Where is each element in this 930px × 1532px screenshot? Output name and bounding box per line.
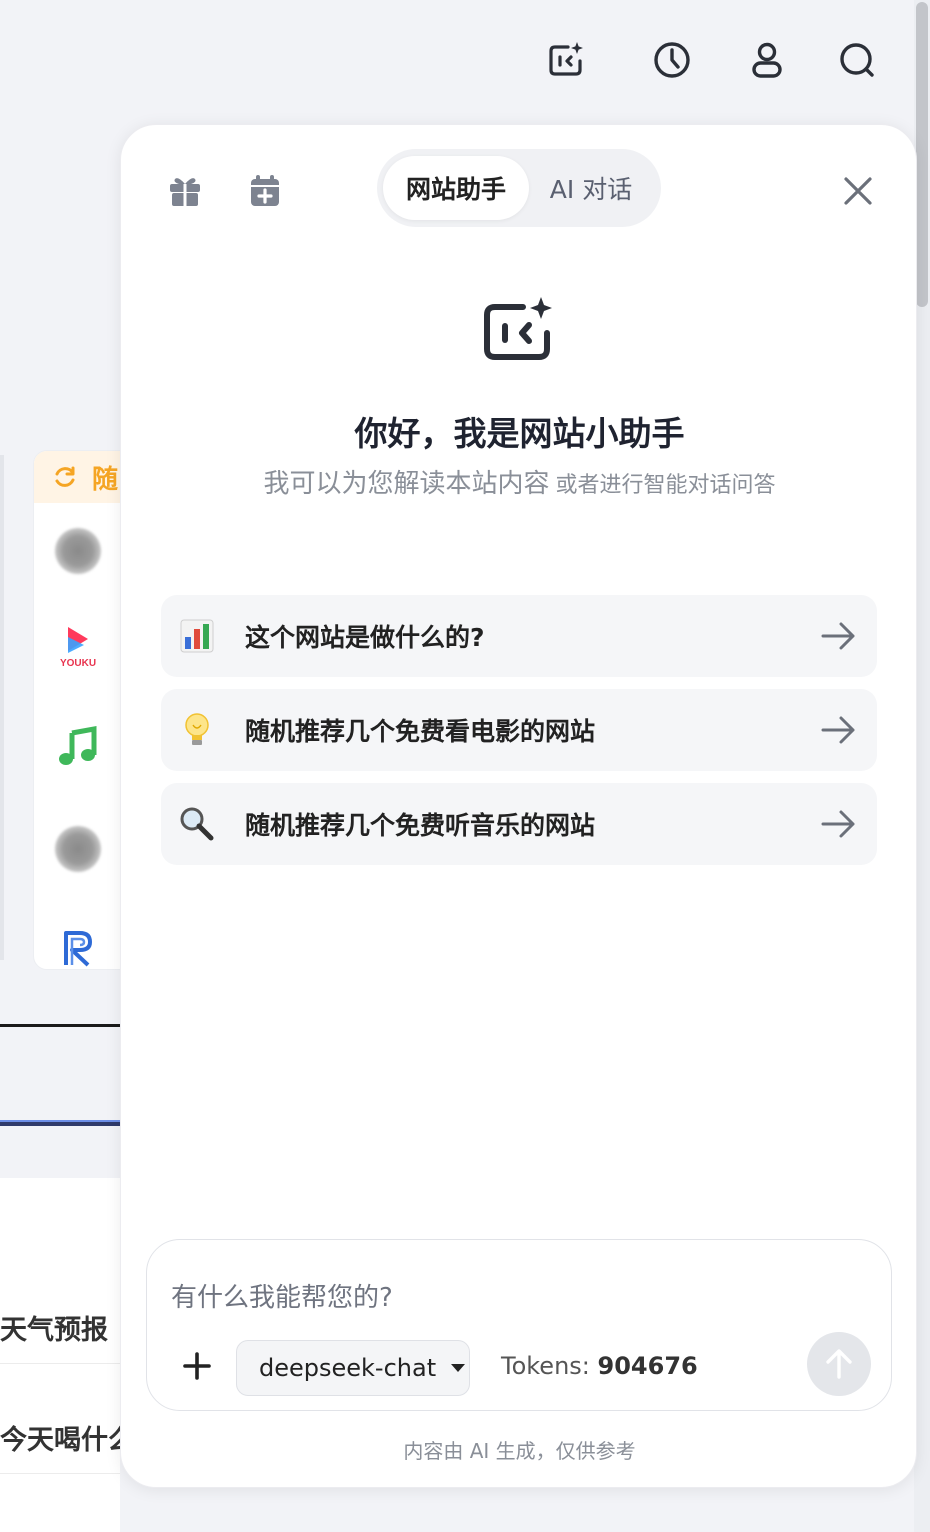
site-avatar[interactable]	[54, 825, 102, 873]
subtitle-extra: 或者进行智能对话问答	[555, 473, 776, 498]
list-item[interactable]: 今天喝什么	[0, 1402, 120, 1474]
attach-button[interactable]	[175, 1344, 219, 1388]
assistant-panel: 网站助手 AI 对话 你好，我是网站小助手 我可以为您解读本站内容 或者进行智能对…	[120, 124, 917, 1488]
user-button[interactable]	[745, 38, 789, 82]
random-recommend-title: 随	[92, 464, 119, 495]
tab-ai-chat[interactable]: AI 对话	[529, 156, 653, 220]
list-item-label: 今天喝什么	[0, 1425, 120, 1456]
magnifier-icon	[179, 806, 215, 842]
divider	[0, 1024, 120, 1027]
list-item[interactable]: 天气预报	[0, 1292, 120, 1364]
subtitle-main: 我可以为您解读本站内容	[263, 469, 550, 499]
model-select-value: deepseek-chat	[259, 1354, 437, 1382]
tab-site-assistant[interactable]: 网站助手	[383, 156, 529, 220]
random-recommend-card: 随 YOUKU	[33, 450, 133, 970]
light-bulb-icon	[179, 712, 215, 748]
history-icon	[654, 42, 690, 78]
suggestion-label: 随机推荐几个免费看电影的网站	[245, 717, 596, 746]
model-select[interactable]: deepseek-chat	[236, 1340, 470, 1396]
tokens-value: 904676	[597, 1352, 698, 1380]
tokens-label: Tokens:	[501, 1352, 590, 1380]
suggestion-label: 随机推荐几个免费听音乐的网站	[245, 811, 596, 840]
music-site-logo[interactable]	[54, 723, 102, 771]
youku-label: YOUKU	[60, 658, 96, 669]
close-button[interactable]	[836, 169, 880, 213]
caret-down-icon	[451, 1364, 466, 1372]
calendar-add-button[interactable]	[245, 171, 285, 211]
gift-icon	[170, 178, 200, 206]
music-note-icon	[59, 726, 97, 765]
background-edge	[0, 455, 4, 960]
site-avatar[interactable]	[54, 527, 102, 575]
suggestion-label: 这个网站是做什么的?	[245, 623, 485, 652]
globe-icon	[55, 826, 101, 872]
ai-assistant-icon	[484, 297, 552, 360]
gift-button[interactable]	[165, 171, 205, 211]
ai-assistant-icon	[549, 42, 583, 76]
list-item-label: 天气预报	[0, 1315, 108, 1346]
search-icon	[840, 43, 874, 77]
suggestion-item[interactable]: 随机推荐几个免费看电影的网站	[161, 689, 877, 771]
history-button[interactable]	[650, 38, 694, 82]
suggestion-item[interactable]: 随机推荐几个免费听音乐的网站	[161, 783, 877, 865]
ai-assistant-button[interactable]	[544, 38, 588, 82]
bar-chart-icon	[179, 618, 215, 654]
send-button[interactable]	[807, 1332, 871, 1396]
message-composer: deepseek-chat Tokens: 904676	[146, 1239, 892, 1411]
youku-logo[interactable]: YOUKU	[54, 621, 102, 669]
background-list: 天气预报 今天喝什么	[0, 1178, 120, 1532]
plus-icon	[183, 1352, 211, 1380]
arrow-right-icon	[821, 716, 855, 744]
close-icon	[844, 177, 872, 205]
greeting-title: 你好，我是网站小助手	[354, 414, 685, 453]
arrow-up-icon	[826, 1349, 852, 1379]
scrollbar-thumb[interactable]	[916, 2, 928, 307]
search-button[interactable]	[835, 38, 879, 82]
youku-icon: YOUKU	[60, 627, 96, 669]
r-logo-icon	[64, 931, 92, 967]
calendar-add-icon	[251, 175, 279, 206]
ai-disclaimer: 内容由 AI 生成，仅供参考	[403, 1439, 636, 1463]
user-icon	[752, 42, 782, 78]
greeting-subtitle: 我可以为您解读本站内容 或者进行智能对话问答	[121, 463, 918, 500]
token-counter: Tokens: 904676	[501, 1352, 698, 1380]
arrow-right-icon	[821, 622, 855, 650]
refresh-icon[interactable]	[52, 464, 78, 490]
divider	[0, 1120, 120, 1126]
suggestion-item[interactable]: 这个网站是做什么的?	[161, 595, 877, 677]
r-site-logo[interactable]	[54, 923, 102, 969]
message-input[interactable]	[171, 1270, 851, 1326]
globe-icon	[55, 528, 101, 574]
mode-tabs: 网站助手 AI 对话	[377, 149, 661, 227]
arrow-right-icon	[821, 810, 855, 838]
random-recommend-header: 随	[34, 451, 132, 503]
